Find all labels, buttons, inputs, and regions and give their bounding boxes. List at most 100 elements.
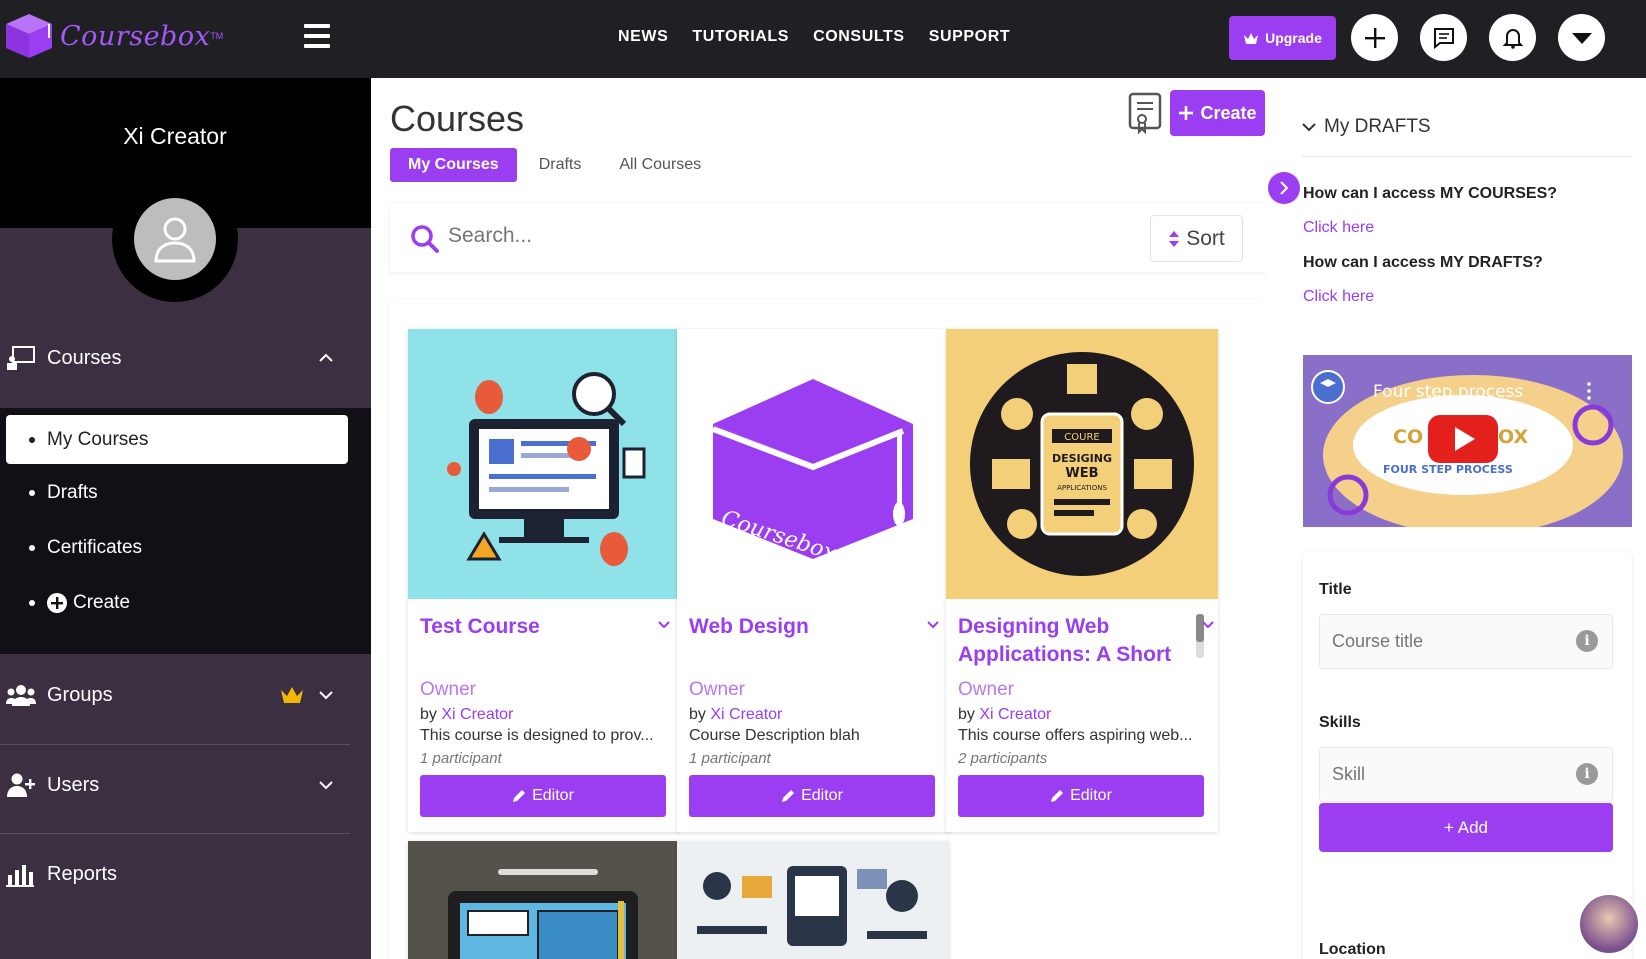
certificate-icon[interactable]: [1128, 92, 1162, 134]
message-icon: [1433, 27, 1454, 49]
search-icon: [411, 225, 439, 253]
sidebar-item-create[interactable]: Create: [6, 578, 348, 627]
author-link[interactable]: Xi Creator: [441, 706, 513, 723]
tab-all-courses[interactable]: All Courses: [619, 156, 701, 174]
panel-toggle-button[interactable]: [1268, 172, 1300, 204]
course-card[interactable]: [408, 841, 680, 959]
logo-text: Coursebox: [60, 20, 211, 52]
caret-down-icon: [1571, 32, 1592, 44]
author-link[interactable]: Xi Creator: [979, 706, 1051, 723]
owner-badge: Owner: [958, 679, 1014, 700]
tutorial-video[interactable]: Four step process CO OX FOUR STEP PROCES…: [1303, 355, 1632, 527]
course-title[interactable]: Web Design: [689, 613, 924, 641]
right-panel: My DRAFTS How can I access MY COURSES? C…: [1266, 78, 1646, 959]
author-line: by Xi Creator: [958, 706, 1051, 724]
participant-count: 1 participant: [689, 750, 771, 767]
sidebar-item-label: My Courses: [47, 428, 149, 450]
video-title: Four step process: [1373, 382, 1523, 402]
notifications-button[interactable]: [1489, 14, 1536, 61]
title-input[interactable]: [1332, 631, 1552, 652]
course-card[interactable]: COURE DESIGING WEB APPLICATIONS Designin…: [946, 329, 1218, 832]
sidebar-section-reports[interactable]: Reports: [0, 859, 371, 889]
editor-label: Editor: [1070, 787, 1112, 804]
logo[interactable]: Coursebox TM: [4, 12, 223, 60]
top-bar: Coursebox TM NEWS TUTORIALS CONSULTS SUP…: [0, 0, 1646, 78]
info-icon[interactable]: i: [1576, 630, 1598, 652]
nav-consults[interactable]: CONSULTS: [813, 28, 905, 46]
tab-my-courses[interactable]: My Courses: [390, 148, 517, 182]
sidebar-section-courses[interactable]: Courses: [0, 343, 371, 373]
tab-drafts[interactable]: Drafts: [539, 156, 582, 174]
chevron-down-icon[interactable]: [658, 621, 670, 629]
sort-icon: [1169, 230, 1180, 247]
course-thumbnail: [408, 329, 680, 599]
presentation-icon: [7, 346, 35, 370]
course-thumbnail: COURE DESIGING WEB APPLICATIONS: [946, 329, 1218, 599]
course-card[interactable]: Test Course Owner by Xi Creator This cou…: [408, 329, 680, 832]
messages-button[interactable]: [1420, 14, 1467, 61]
thumbnail-text-line3: APPLICATIONS: [1057, 484, 1107, 492]
sort-button[interactable]: Sort: [1150, 215, 1243, 262]
video-subtitle: FOUR STEP PROCESS: [1383, 463, 1513, 476]
my-drafts-heading: My DRAFTS: [1324, 116, 1431, 137]
add-user-icon: [7, 773, 35, 797]
sidebar-section-groups[interactable]: Groups: [0, 680, 371, 710]
thumbnail-text-line1: DESIGING: [1052, 452, 1112, 465]
plus-icon: [1364, 27, 1385, 48]
upgrade-button[interactable]: Upgrade: [1229, 16, 1336, 60]
main-content: Courses Create My Courses Drafts All Cou…: [371, 78, 1266, 959]
chevron-right-icon: [1280, 181, 1289, 195]
sidebar: Xi Creator Courses My Courses Drafts Cer…: [0, 78, 371, 959]
sidebar-section-users[interactable]: Users: [0, 770, 371, 800]
course-title[interactable]: Designing Web Applications: A Short: [958, 613, 1193, 669]
title-field[interactable]: i: [1319, 614, 1613, 669]
course-description: Course Description blah: [689, 727, 860, 744]
account-dropdown-button[interactable]: [1558, 14, 1605, 61]
course-title[interactable]: Test Course: [420, 613, 655, 641]
sidebar-item-certificates[interactable]: Certificates: [6, 523, 348, 572]
search-input[interactable]: [448, 224, 1048, 248]
editor-button[interactable]: Editor: [420, 775, 666, 817]
participant-count: 1 participant: [420, 750, 502, 767]
thumbnail-text-line2: WEB: [1065, 466, 1098, 481]
editor-button[interactable]: Editor: [958, 775, 1204, 817]
bell-icon: [1502, 28, 1523, 49]
chevron-down-icon[interactable]: [927, 621, 939, 629]
sidebar-item-my-courses[interactable]: My Courses: [6, 415, 348, 464]
crown-icon: [1244, 32, 1259, 44]
create-course-button[interactable]: Create: [1170, 90, 1265, 136]
logo-cube-icon: [6, 14, 52, 58]
nav-news[interactable]: NEWS: [618, 28, 668, 46]
editor-label: Editor: [532, 787, 574, 804]
author-link[interactable]: Xi Creator: [710, 706, 782, 723]
nav-tutorials[interactable]: TUTORIALS: [692, 28, 789, 46]
sidebar-item-drafts[interactable]: Drafts: [6, 468, 348, 517]
plus-circle-icon: [47, 592, 67, 613]
support-chat-avatar[interactable]: [1578, 893, 1640, 955]
owner-badge: Owner: [689, 679, 745, 700]
editor-button[interactable]: Editor: [689, 775, 935, 817]
add-skill-button[interactable]: + Add: [1319, 803, 1613, 852]
faq-link[interactable]: Click here: [1303, 288, 1374, 306]
course-card[interactable]: [677, 841, 949, 959]
sidebar-users-label: Users: [47, 773, 100, 796]
nav-support[interactable]: SUPPORT: [929, 28, 1011, 46]
faq-question: How can I access MY DRAFTS?: [1303, 254, 1543, 271]
skills-field[interactable]: i: [1319, 747, 1613, 802]
add-button[interactable]: [1351, 14, 1398, 61]
svg-text:CO: CO: [1393, 426, 1423, 448]
course-description: This course is designed to prov...: [420, 727, 654, 744]
my-drafts-toggle[interactable]: My DRAFTS: [1302, 116, 1431, 138]
hamburger-menu-icon[interactable]: [304, 24, 330, 48]
profile-name: Xi Creator: [123, 123, 227, 149]
location-label: Location: [1319, 941, 1386, 958]
chevron-down-icon[interactable]: [1202, 621, 1214, 629]
sidebar-courses-label: Courses: [47, 346, 122, 369]
skill-input[interactable]: [1332, 764, 1552, 785]
course-card[interactable]: Coursebox Web Design Owner by Xi Creator…: [677, 329, 949, 832]
course-thumbnail: [408, 841, 680, 959]
info-icon[interactable]: i: [1576, 763, 1598, 785]
pencil-icon: [782, 790, 795, 802]
avatar[interactable]: [112, 176, 238, 302]
faq-link[interactable]: Click here: [1303, 219, 1374, 237]
